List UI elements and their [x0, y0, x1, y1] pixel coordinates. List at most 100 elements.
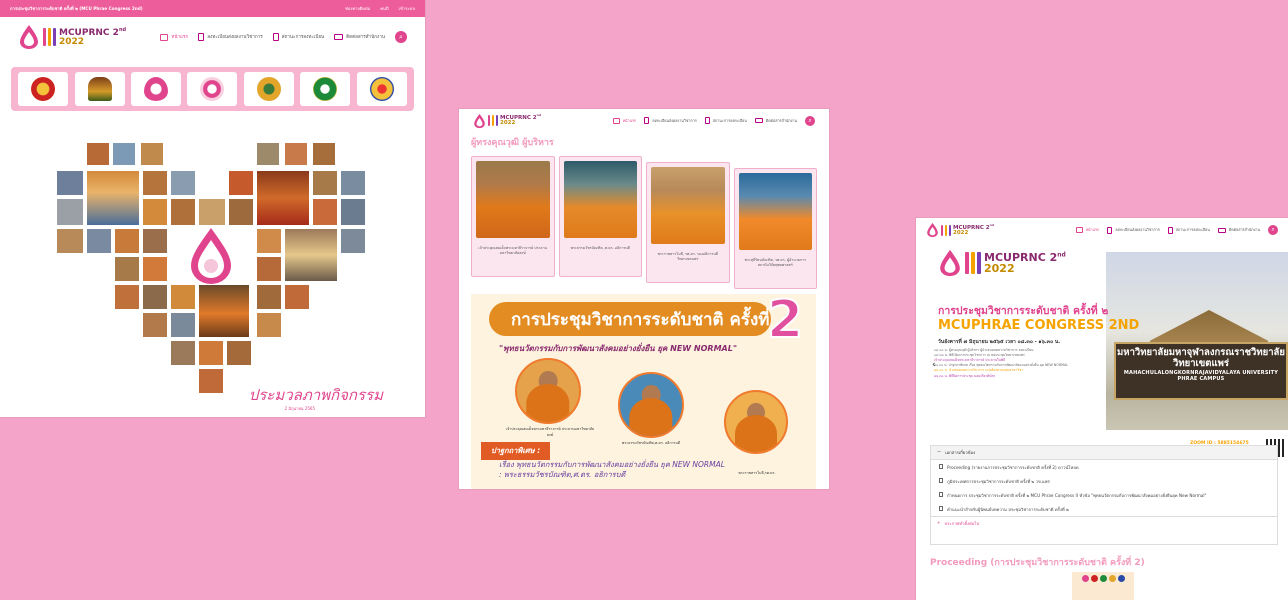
mail-icon: [334, 34, 344, 40]
partner-logos: [11, 67, 414, 111]
nav-home[interactable]: หน้าแรก: [1075, 227, 1099, 233]
search-icon: ⌕: [399, 32, 403, 41]
slider-prev-icon[interactable]: ‹: [932, 360, 936, 370]
nav-home[interactable]: หน้าแรก: [612, 117, 636, 124]
search-icon: ⌕: [808, 116, 812, 124]
top-link-login[interactable]: เข้าระบบ: [399, 5, 415, 12]
top-bar: การประชุมวิชาการระดับชาติ ครั้งที่ ๒ (MC…: [0, 0, 425, 17]
minus-icon: —: [937, 449, 942, 454]
nav-contact[interactable]: ติดต่อสารสำนักงาน: [334, 34, 385, 41]
admin-photo: [563, 161, 637, 238]
site-logo[interactable]: MCUPRNC 2nd 2022: [18, 24, 126, 50]
brand-year: 2022: [953, 229, 969, 236]
document-icon: [704, 117, 710, 124]
gallery-date: 2 มิถุนายน 2565: [284, 406, 315, 411]
accordion-title: เอกสารเกี่ยวข้อง: [945, 450, 976, 455]
partner-logo[interactable]: [18, 72, 69, 106]
partner-logo[interactable]: [300, 72, 351, 106]
nav-status[interactable]: สถานะการลงทะเบียน: [1167, 226, 1210, 234]
search-button[interactable]: ⌕: [1268, 225, 1278, 235]
lotus-drop-icon: [20, 25, 38, 49]
main-nav: หน้าแรก ลงทะเบียนส่งผลงานวิชาการ สถานะกา…: [612, 115, 815, 126]
top-bar-links: ช่องทางติดต่อ คนปี เข้าระบบ: [345, 5, 415, 12]
admin-card[interactable]: พระราชสารโมลี, รศ.ดร. รองอธิการบดีวิทยาเ…: [646, 162, 730, 283]
nav-contact[interactable]: ติดต่อสารสำนักงาน: [1217, 227, 1260, 233]
search-button[interactable]: ⌕: [805, 115, 815, 126]
event-logo-icon: [191, 228, 231, 284]
partner-logo[interactable]: [243, 72, 294, 106]
logo-bars-icon: [43, 28, 56, 46]
conference-poster: การประชุมวิชาการระดับชาติ ครั้งที่ 2 "พุ…: [471, 289, 816, 489]
lotus-drop-icon: [474, 113, 485, 128]
proceeding-cover[interactable]: [1072, 572, 1134, 600]
site-logo[interactable]: MCUPRNC 2nd 2022: [473, 113, 541, 129]
hero-logo: MCUPRNC 2nd 2022: [938, 248, 1066, 278]
poster-theme: "พุทธนวัตกรรมกับการพัฒนาสังคมอย่างยั่งยื…: [499, 344, 737, 353]
nav-status[interactable]: สถานะการลงทะเบียน: [704, 117, 747, 124]
top-link-year[interactable]: คนปี: [380, 5, 388, 12]
document-icon: [939, 506, 943, 511]
document-icon: [198, 33, 205, 41]
poster-portrait-caption: พระราชสารโมลี,รศ.ดร.: [738, 471, 776, 475]
admin-photo: [738, 173, 812, 250]
home-icon: [160, 33, 169, 41]
search-button[interactable]: ⌕: [395, 31, 407, 43]
site-header: MCUPRNC 2nd 2022 หน้าแรก ลงทะเบียนส่งผลง…: [916, 218, 1288, 242]
hero-date: วันอังคารที่ ๗ มิถุนายน ๒๕๖๕ เวลา ๐๘.๓๐ …: [938, 339, 1061, 345]
home-icon: [612, 117, 620, 124]
nav-register[interactable]: ลงทะเบียนส่งผลงานวิชาการ: [198, 33, 263, 41]
plus-icon: +: [937, 520, 941, 525]
hero-slider: มหาวิทยาลัยมหาจุฬาลงกรณราชวิทยาลัย วิทยา…: [928, 242, 1288, 461]
document-link[interactable]: Proceeding (รายงานการประชุมวิชาการระดับช…: [931, 460, 1277, 474]
partner-logo[interactable]: [187, 72, 238, 106]
admin-card[interactable]: เจ้าประคุณสมเด็จพระมหาธีราจารย์ ประธานมห…: [471, 156, 555, 277]
accordion-footer[interactable]: + ประกาศทำตั้งต่อไป: [931, 516, 1277, 530]
nav-register[interactable]: ลงทะเบียนส่งผลงานวิชาการ: [644, 117, 697, 124]
brand-year: 2022: [500, 120, 516, 127]
hero-congress: MCUPHRAE CONGRESS 2ND: [938, 318, 1140, 333]
accordion-header[interactable]: — เอกสารเกี่ยวข้อง: [931, 446, 1277, 460]
site-logo[interactable]: MCUPRNC 2nd 2022: [926, 222, 994, 238]
document-icon: [939, 492, 943, 497]
gallery-caption: ประมวลภาพกิจกรรม: [248, 386, 383, 404]
campus-signboard: มหาวิทยาลัยมหาจุฬาลงกรณราชวิทยาลัย วิทยา…: [1114, 342, 1288, 400]
top-link-contact[interactable]: ช่องทางติดต่อ: [345, 5, 370, 12]
home-icon: [1075, 227, 1083, 233]
screenshot-administrators: MCUPRNC 2nd 2022 หน้าแรก ลงทะเบียนส่งผลง…: [459, 109, 829, 489]
hero-brand-year: 2022: [984, 262, 1015, 275]
admin-caption: เจ้าประคุณสมเด็จพระมหาธีราจารย์ ประธานมห…: [478, 246, 548, 256]
nav-register[interactable]: ลงทะเบียนส่งผลงานวิชาการ: [1107, 226, 1160, 234]
nav-status[interactable]: สถานะการลงทะเบียน: [272, 33, 324, 41]
partner-logo[interactable]: [356, 72, 407, 106]
nav-home[interactable]: หน้าแรก: [160, 33, 188, 41]
document-icon: [939, 464, 943, 469]
site-header: MCUPRNC 2nd 2022 หน้าแรก ลงทะเบียนส่งผลง…: [0, 17, 425, 57]
document-icon: [1107, 226, 1113, 234]
document-link[interactable]: กำหนดการ ประชุมวิชาการระดับชาติ ครั้งที่…: [931, 488, 1277, 502]
hero-headline: การประชุมวิชาการระดับชาติ ครั้งที่ ๒: [938, 305, 1109, 317]
sign-english: PHRAE CAMPUS: [1177, 376, 1225, 383]
partner-logo[interactable]: [131, 72, 182, 106]
poster-tag: ปาฐกถาพิเศษ :: [481, 442, 551, 460]
poster-subtitle-line: เรื่อง พุทธนวัตกรรมกับการพัฒนาสังคมอย่าง…: [499, 460, 725, 469]
section-title: ผู้ทรงคุณวุฒิ ผู้บริหาร: [471, 138, 554, 148]
document-link[interactable]: ภูมิประเทศการประชุมวิชาการระดับชาติ ครั้…: [931, 474, 1277, 488]
poster-subtitle-line: : พระธรรมวัชรบัณฑิต,ศ.ดร. อธิการบดี: [499, 469, 626, 479]
lotus-drop-icon: [927, 222, 938, 238]
brand-year: 2022: [59, 36, 85, 47]
activity-photo-heart: [56, 140, 368, 395]
partner-logo[interactable]: [74, 72, 125, 106]
hero-schedule: ๐๙.๐๐ น. ผู้ทรงคุณวุฒิ ผู้บริหาร ผู้นำเส…: [934, 348, 1109, 379]
poster-portrait: [515, 358, 581, 424]
document-icon: [1167, 226, 1173, 234]
nav-contact[interactable]: ติดต่อสารสำนักงาน: [754, 118, 797, 124]
poster-banner: การประชุมวิชาการระดับชาติ ครั้งที่: [489, 302, 771, 336]
mail-icon: [1217, 227, 1226, 233]
admin-card[interactable]: พระธรรมวัชรบัณฑิต, ศ.ดร. อธิการบดี: [558, 156, 642, 277]
admin-card[interactable]: พระสุธีรัตนบัณฑิต, รศ.ดร. ผู้อำนวยการสถา…: [733, 168, 817, 289]
site-header: MCUPRNC 2nd 2022 หน้าแรก ลงทะเบียนส่งผลง…: [459, 109, 829, 132]
document-link[interactable]: คำแนะนำสำหรับผู้นิพนธ์บทความ ประชุมวิชาก…: [931, 502, 1277, 516]
logo-bars-icon: [965, 252, 981, 274]
poster-portrait-caption: เจ้าประคุณสมเด็จพระมหาธีราจารย์ ประธานมห…: [505, 427, 595, 437]
mail-icon: [754, 118, 763, 123]
